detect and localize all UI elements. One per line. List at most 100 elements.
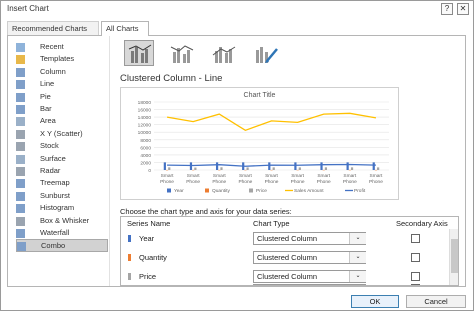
sidebar-item-treemap[interactable]: Treemap	[16, 177, 108, 190]
sidebar-item-area[interactable]: Area	[16, 115, 108, 128]
chart-plot-area: 0 20004000 60008000 1000012000 1400016000 180…	[138, 100, 389, 194]
x-tick-label: Smart	[161, 173, 174, 179]
chart-detail-area: Clustered Column - Line Chart Title 0 200…	[116, 36, 465, 286]
sidebar-item-recent[interactable]: Recent	[16, 41, 108, 54]
cancel-button[interactable]: Cancel	[406, 295, 466, 308]
sidebar-item-column[interactable]: Column	[16, 66, 108, 79]
secondary-axis-checkbox[interactable]	[411, 253, 420, 262]
chevron-down-icon[interactable]: ⌄	[349, 271, 366, 282]
sidebar-item-label: Templates	[40, 54, 75, 64]
line-profit	[167, 163, 376, 167]
sidebar-item-radar[interactable]: Radar	[16, 165, 108, 178]
secondary-axis-checkbox[interactable]	[411, 284, 420, 285]
sidebar-item-label: Line	[40, 79, 55, 89]
x-tick-label: Smart	[370, 173, 383, 179]
sidebar-item-histogram[interactable]: Histogram	[16, 202, 108, 215]
secondary-axis-checkbox[interactable]	[411, 234, 420, 243]
pie-chart-icon	[16, 92, 25, 102]
combo-chart-icon	[17, 242, 26, 252]
sidebar-item-label: Histogram	[40, 203, 75, 213]
sidebar-item-x-y-scatter[interactable]: X Y (Scatter)	[16, 128, 108, 141]
x-tick-label: Phone	[265, 179, 279, 185]
sidebar-item-pie[interactable]: Pie	[16, 91, 108, 104]
y-tick-label: 12000	[138, 123, 152, 129]
series-row: Quantity Clustered Column ⌄	[121, 248, 447, 266]
waterfall-chart-icon	[16, 229, 25, 238]
x-tick-label: Phone	[238, 179, 252, 185]
legend-swatch	[167, 188, 171, 193]
series-config-label: Choose the chart type and axis for your …	[120, 207, 292, 216]
x-tick-label: Smart	[317, 173, 330, 179]
bar-year	[320, 162, 323, 170]
sidebar-item-label: Column	[40, 66, 66, 76]
x-tick-label: Smart	[343, 173, 356, 179]
custom-combination-thumbnail[interactable]	[250, 40, 280, 66]
sidebar-item-bar[interactable]: Bar	[16, 103, 108, 116]
sidebar-item-surface[interactable]: Surface	[16, 153, 108, 166]
series-name: Year	[139, 234, 155, 243]
chart-type-value: Clustered Column	[257, 253, 318, 262]
series-color-swatch	[128, 285, 131, 286]
sidebar-item-waterfall[interactable]: Waterfall	[16, 227, 108, 240]
x-tick-label: Phone	[343, 179, 357, 185]
chart-type-header: Chart Type	[253, 219, 290, 228]
chart-type-select[interactable]	[253, 284, 366, 285]
clustered-column-line-thumbnail[interactable]	[124, 40, 154, 66]
sidebar-item-label: Area	[40, 116, 56, 126]
chart-type-select[interactable]: Clustered Column ⌄	[253, 232, 366, 245]
ok-button[interactable]: OK	[351, 295, 399, 308]
bar-year	[372, 162, 375, 170]
vertical-scrollbar[interactable]	[449, 229, 458, 285]
chart-type-list: Recent Templates Column Line Pie Bar Area X Y (…	[8, 36, 110, 286]
legend-label: Sales Amount	[294, 188, 324, 194]
sunburst-chart-icon	[16, 191, 25, 201]
stacked-area-column-thumbnail[interactable]	[208, 40, 238, 66]
line-sales-amount	[166, 112, 377, 132]
series-row-partial	[121, 283, 447, 286]
sidebar-item-label: Sunburst	[40, 190, 71, 200]
series-config-table: Series Name Chart Type Secondary Axis Ye…	[120, 216, 459, 286]
sidebar-item-label: Bar	[40, 104, 52, 113]
area-column-thumbnail-icon	[212, 46, 236, 63]
folder-icon	[16, 55, 25, 65]
bar-price	[220, 167, 223, 170]
x-tick-label: Smart	[213, 173, 226, 179]
chart-type-select[interactable]: Clustered Column ⌄	[253, 251, 366, 264]
clustered-column-line-secondary-thumbnail[interactable]	[166, 40, 196, 66]
help-button[interactable]: ?	[441, 3, 453, 15]
series-name: Price	[139, 272, 157, 281]
chevron-down-icon[interactable]: ⌄	[349, 233, 366, 244]
x-tick-label: Smart	[239, 173, 252, 179]
x-tick-label: Phone	[160, 179, 174, 185]
x-tick-label: Phone	[186, 179, 200, 185]
sidebar-item-combo[interactable]: Combo	[16, 239, 108, 252]
y-tick-label: 10000	[138, 130, 152, 136]
chart-type-value: Clustered Column	[257, 234, 318, 243]
chart-type-select[interactable]: Clustered Column ⌄	[253, 270, 366, 283]
sidebar-item-box-whisker[interactable]: Box & Whisker	[16, 215, 108, 228]
surface-chart-icon	[16, 154, 25, 164]
secondary-axis-checkbox[interactable]	[411, 272, 420, 281]
recent-icon	[16, 43, 25, 52]
bar-price	[168, 167, 171, 170]
sidebar-item-stock[interactable]: Stock	[16, 140, 108, 153]
sidebar-item-line[interactable]: Line	[16, 78, 108, 91]
bar-year	[215, 162, 219, 170]
sidebar-item-label: Combo	[41, 241, 66, 251]
chevron-down-icon[interactable]: ⌄	[349, 252, 366, 263]
series-name: Quantity	[139, 253, 167, 262]
legend-label: Year	[174, 188, 184, 194]
tab-all-charts[interactable]: All Charts	[101, 21, 149, 36]
tab-recommended-charts[interactable]: Recommended Charts	[7, 21, 99, 35]
sidebar-item-label: Radar	[40, 166, 61, 175]
y-tick-label: 18000	[138, 100, 152, 106]
scrollbar-thumb[interactable]	[451, 239, 458, 273]
sidebar-item-label: Pie	[40, 91, 51, 101]
sidebar-item-templates[interactable]: Templates	[16, 53, 108, 66]
bar-price	[377, 167, 380, 170]
close-button[interactable]: ✕	[457, 3, 469, 15]
legend-label: Profit	[354, 188, 366, 194]
combo-thumbnail-icon	[128, 44, 152, 63]
sidebar-item-sunburst[interactable]: Sunburst	[16, 190, 108, 203]
scatter-chart-icon	[16, 129, 25, 139]
